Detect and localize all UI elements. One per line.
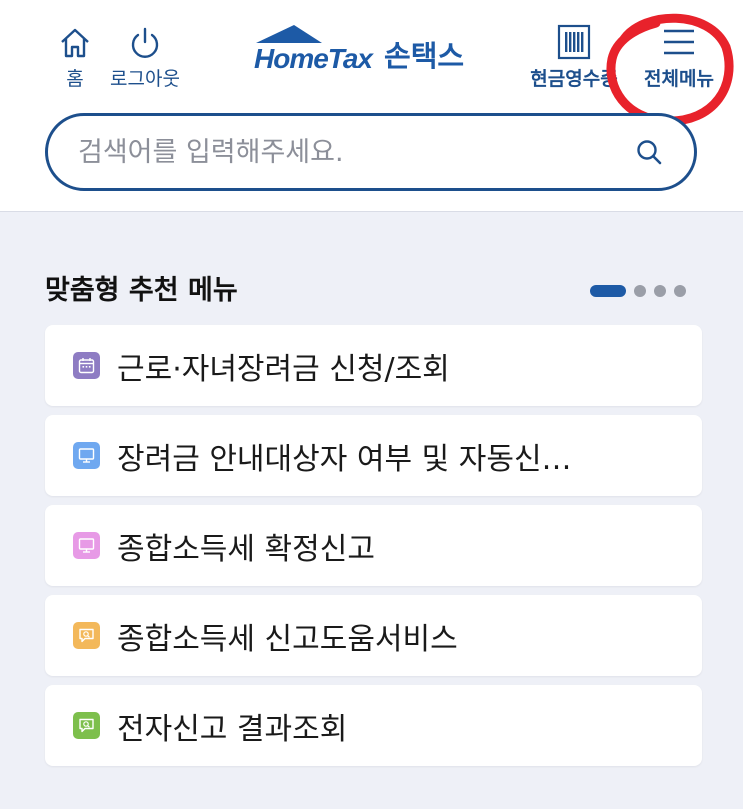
recommend-menu-list: 근로·자녀장려금 신청/조회 장려금 안내대상자 여부 및 자동신… 종합소득세… [45, 325, 702, 775]
menu-item-label: 전자신고 결과조회 [117, 711, 348, 747]
page-dot[interactable] [674, 285, 686, 297]
hamburger-menu-icon [664, 29, 694, 55]
page-dot-active[interactable] [590, 285, 626, 297]
logout-label: 로그아웃 [110, 68, 180, 90]
recommend-section-title: 맞춤형 추천 메뉴 [45, 275, 238, 306]
page-dot[interactable] [634, 285, 646, 297]
cash-receipt-label: 현금영수증 [530, 68, 618, 90]
search-button[interactable] [632, 135, 666, 169]
monitor-icon [73, 442, 100, 469]
calendar-icon [73, 352, 100, 379]
menu-item-label: 장려금 안내대상자 여부 및 자동신… [117, 441, 572, 477]
menu-item-label: 종합소득세 신고도움서비스 [117, 621, 458, 657]
hometax-logo[interactable]: HomeTax 손택스 [254, 25, 465, 75]
menu-item-income-tax-final-return[interactable]: 종합소득세 확정신고 [45, 505, 702, 586]
cash-receipt-button[interactable]: 현금영수증 [518, 24, 630, 91]
search-box[interactable] [45, 113, 697, 191]
app-header: 홈 로그아웃 HomeTax 손택스 현금영수증 전체메뉴 검색어를 입력해주세… [0, 0, 743, 212]
menu-item-incentive-eligibility[interactable]: 장려금 안내대상자 여부 및 자동신… [45, 415, 702, 496]
menu-item-label: 종합소득세 확정신고 [117, 531, 375, 567]
logo-text: HomeTax [254, 43, 373, 74]
power-icon [131, 27, 159, 58]
search-icon [637, 140, 662, 165]
search-input[interactable] [78, 136, 632, 168]
chat-search-icon [73, 622, 100, 649]
page-indicator[interactable] [590, 285, 686, 297]
menu-item-income-tax-help-service[interactable]: 종합소득세 신고도움서비스 [45, 595, 702, 676]
home-button[interactable]: 홈 [52, 26, 98, 91]
menu-item-label: 근로·자녀장려금 신청/조회 [117, 351, 450, 387]
menu-item-e-filing-result[interactable]: 전자신고 결과조회 [45, 685, 702, 766]
logo-roof-icon [256, 25, 322, 43]
logo-korean-text: 손택스 [384, 39, 465, 73]
page-dot[interactable] [654, 285, 666, 297]
menu-item-work-child-incentive[interactable]: 근로·자녀장려금 신청/조회 [45, 325, 702, 406]
barcode-icon [557, 24, 591, 60]
all-menu-label: 전체메뉴 [644, 68, 714, 90]
all-menu-button[interactable]: 전체메뉴 [633, 24, 725, 91]
home-icon [61, 28, 89, 58]
monitor-icon [73, 532, 100, 559]
logout-button[interactable]: 로그아웃 [100, 26, 190, 91]
chat-search-icon [73, 712, 100, 739]
home-label: 홈 [66, 68, 84, 90]
